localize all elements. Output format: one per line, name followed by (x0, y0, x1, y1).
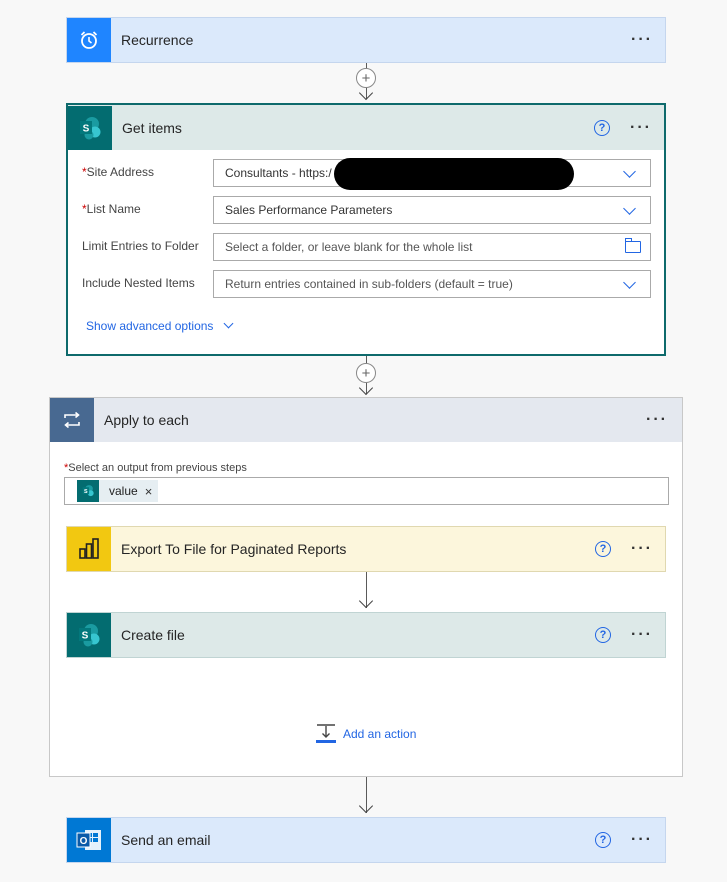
export-card[interactable]: Export To File for Paginated Reports ? ·… (66, 526, 666, 572)
include-nested-dropdown[interactable]: Return entries contained in sub-folders … (213, 270, 651, 298)
more-options-icon[interactable]: ··· (628, 119, 654, 137)
apply-to-each-title: Apply to each (104, 412, 189, 428)
add-action-icon (316, 724, 336, 743)
arrow-down-icon (358, 798, 374, 814)
site-address-label: *Site Address (82, 165, 155, 179)
help-icon[interactable]: ? (595, 541, 611, 557)
add-an-action-button[interactable]: Add an action (315, 723, 416, 745)
arrow-down-icon (358, 85, 374, 101)
send-email-card[interactable]: O Send an email ? ··· (66, 817, 666, 863)
svg-text:S: S (82, 631, 89, 642)
loop-icon (50, 398, 94, 442)
recurrence-title: Recurrence (121, 32, 194, 48)
list-name-value: Sales Performance Parameters (225, 203, 393, 217)
list-name-dropdown[interactable]: Sales Performance Parameters (213, 196, 651, 224)
send-email-title: Send an email (121, 832, 211, 848)
limit-entries-folder-field[interactable]: Select a folder, or leave blank for the … (213, 233, 651, 261)
create-file-header[interactable]: S Create file ? ··· (67, 613, 665, 657)
chevron-down-icon (223, 318, 234, 329)
alarm-clock-icon (67, 18, 111, 62)
token-label: value (109, 484, 138, 498)
svg-text:S: S (83, 123, 90, 134)
more-options-icon[interactable]: ··· (629, 626, 655, 644)
limit-entries-label: Limit Entries to Folder (82, 239, 199, 253)
recurrence-card[interactable]: Recurrence ··· (66, 17, 666, 63)
output-label: *Select an output from previous steps (64, 462, 247, 474)
powerbi-icon (67, 527, 111, 571)
more-options-icon[interactable]: ··· (629, 31, 655, 49)
apply-to-each-container: Apply to each ··· *Select an output from… (49, 397, 683, 777)
arrow-down-icon (358, 593, 374, 609)
export-header[interactable]: Export To File for Paginated Reports ? ·… (67, 527, 665, 571)
show-advanced-options-link[interactable]: Show advanced options (86, 318, 234, 333)
value-token[interactable]: S value × (77, 480, 159, 502)
apply-to-each-header[interactable]: Apply to each ··· (50, 398, 682, 442)
get-items-title: Get items (122, 119, 182, 136)
help-icon[interactable]: ? (595, 832, 611, 848)
folder-icon[interactable] (624, 238, 641, 253)
sharepoint-icon: S (77, 480, 99, 502)
chevron-down-icon[interactable] (623, 165, 636, 178)
recurrence-header[interactable]: Recurrence ··· (67, 18, 665, 62)
list-name-label: *List Name (82, 202, 141, 216)
more-options-icon[interactable]: ··· (629, 831, 655, 849)
output-input[interactable]: S value × (64, 477, 669, 505)
outlook-icon: O (67, 818, 111, 862)
create-file-title: Create file (121, 627, 185, 643)
site-address-dropdown[interactable]: Consultants - https:/ (213, 158, 651, 190)
svg-text:O: O (80, 836, 88, 847)
redaction-bar (334, 158, 574, 190)
sharepoint-icon: S (68, 105, 112, 150)
create-file-card[interactable]: S Create file ? ··· (66, 612, 666, 658)
sharepoint-icon: S (67, 613, 111, 657)
limit-entries-placeholder: Select a folder, or leave blank for the … (225, 240, 473, 254)
remove-token-icon[interactable]: × (145, 484, 153, 499)
arrow-down-icon (358, 380, 374, 396)
export-title: Export To File for Paginated Reports (121, 541, 347, 557)
help-icon[interactable]: ? (594, 119, 610, 136)
get-items-card: S Get items ? ··· *Site Address Consulta… (66, 103, 666, 356)
get-items-header[interactable]: S Get items ? ··· (68, 105, 664, 150)
include-nested-label: Include Nested Items (82, 276, 195, 290)
svg-text:S: S (84, 489, 88, 495)
more-options-icon[interactable]: ··· (629, 540, 655, 558)
more-options-icon[interactable]: ··· (644, 411, 670, 429)
chevron-down-icon[interactable] (623, 276, 636, 289)
include-nested-placeholder: Return entries contained in sub-folders … (225, 277, 513, 291)
chevron-down-icon[interactable] (623, 202, 636, 215)
add-an-action-label: Add an action (343, 727, 417, 741)
send-email-header[interactable]: O Send an email ? ··· (67, 818, 665, 862)
site-address-value: Consultants - https:/ (225, 166, 332, 180)
help-icon[interactable]: ? (595, 627, 611, 643)
